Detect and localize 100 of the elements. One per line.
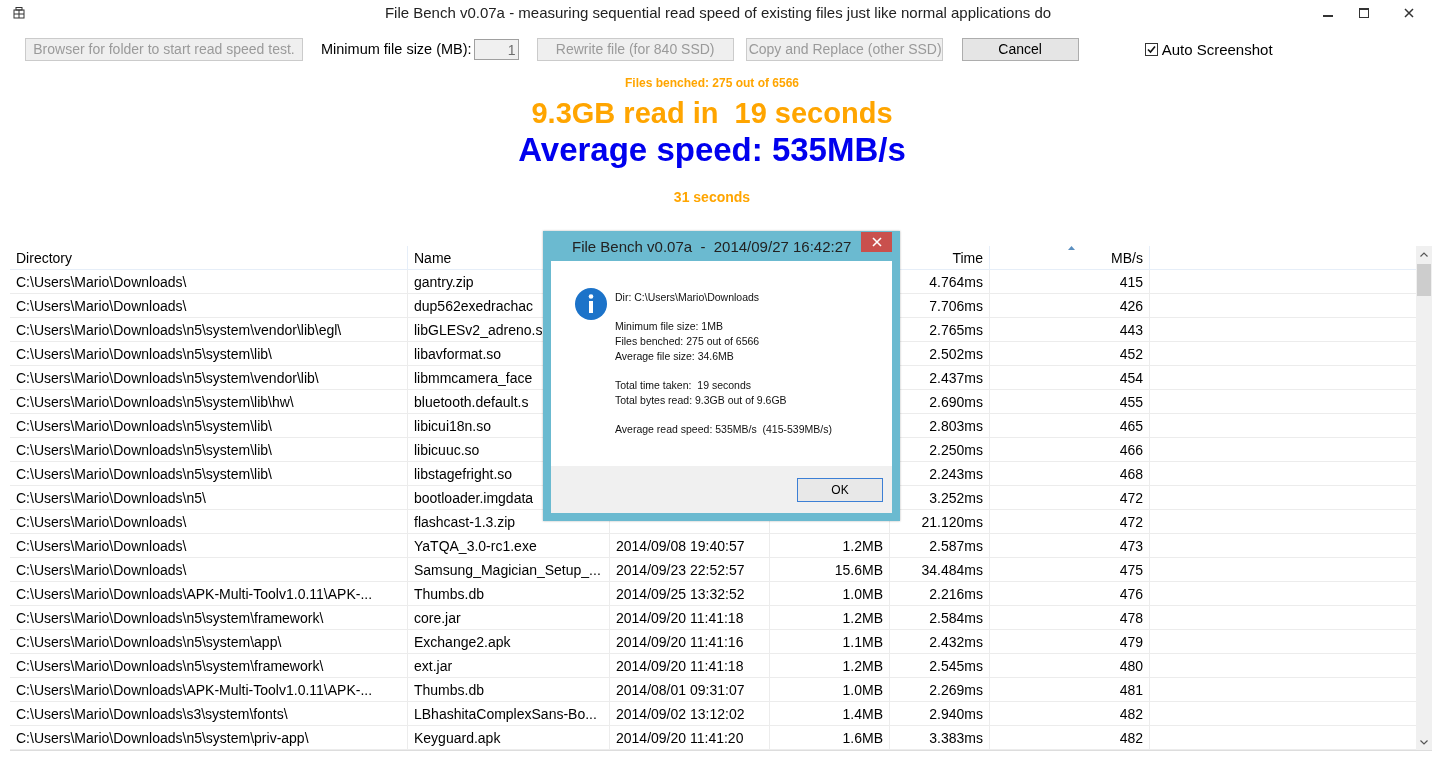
table-cell: 465 [1119,417,1143,434]
table-cell: C:\Users\Mario\Downloads\n5\system\framework\ [16,609,324,626]
close-button[interactable] [861,232,892,252]
message-text: Files benched: 275 out of 6566 [615,334,761,349]
table-cell: Samsung_Magician_Setup_... [414,561,601,578]
sort-arrow-icon [1068,246,1075,250]
message-text: Average file size: 34.6MB [615,349,735,364]
table-cell: 2.584ms [929,609,983,626]
table-cell: C:\Users\Mario\Downloads\n5\system\lib\ [16,417,272,434]
table-cell: 2014/09/02 13:12:02 [616,705,745,722]
read-summary-text: 9.3GB read in 19 seconds [531,96,893,130]
table-cell: 1.0MB [842,585,883,602]
table-cell: 2.432ms [929,633,983,650]
table-cell: core.jar [414,609,461,626]
table-cell: 2.940ms [929,705,983,722]
table-cell: 472 [1119,489,1143,506]
table-cell: 478 [1119,609,1143,626]
table-cell: 482 [1119,729,1143,746]
table-cell: C:\Users\Mario\Downloads\n5\system\vendor\lib\egl\ [16,321,342,338]
table-cell: C:\Users\Mario\Downloads\ [16,561,187,578]
table-cell: 2.502ms [929,345,983,362]
table-cell: 452 [1119,345,1143,362]
table-cell: Keyguard.apk [414,729,501,746]
table-cell: 3.383ms [929,729,983,746]
table-cell: 1.6MB [842,729,883,746]
table-cell: 2.269ms [929,681,983,698]
table-cell: libstagefright.so [414,465,513,482]
table-cell: 2014/09/20 11:41:16 [616,633,744,650]
message-text: Average read speed: 535MB/s (415-539MB/s) [615,422,832,437]
table-cell: ext.jar [414,657,453,674]
table-cell: 1.4MB [842,705,883,722]
table-cell: 7.706ms [929,297,983,314]
table-cell: C:\Users\Mario\Downloads\n5\system\vendor\lib\ [16,369,319,386]
toolbar-button[interactable]: Cancel [961,37,1079,61]
message-text: Total time taken: 19 seconds [615,378,752,393]
ok-button[interactable]: OK [797,477,883,502]
table-cell: libicuuc.so [414,441,480,458]
table-cell: 2014/09/25 13:32:52 [616,585,745,602]
table-cell: 455 [1119,393,1143,410]
message-text: Minimum file size: 1MB [615,319,724,334]
average-speed-text: Average speed: 535MB/s [518,130,906,170]
table-cell: 2014/09/08 19:40:57 [616,537,745,554]
table-cell: flashcast-1.3.zip [414,513,516,530]
table-cell: C:\Users\Mario\Downloads\n5\system\priv-app\ [16,729,309,746]
table-cell: 34.484ms [921,561,983,578]
table-cell: 1.2MB [842,609,883,626]
scroll-down-icon[interactable] [1420,740,1428,745]
table-cell: 2.587ms [929,537,983,554]
table-cell: 15.6MB [834,561,883,578]
scrollbar[interactable] [1416,246,1432,750]
table-cell: C:\Users\Mario\Downloads\n5\system\lib\ [16,465,272,482]
checkbox-label: Auto Screenshot [1161,40,1273,58]
table-cell: 2.690ms [929,393,983,410]
table-cell: dup562exedrachac [414,297,534,314]
column-header[interactable]: Directory [10,246,408,269]
message-text: Total bytes read: 9.3GB out of 9.6GB [615,393,788,408]
table-cell: C:\Users\Mario\Downloads\n5\system\lib\ [16,345,272,362]
scroll-thumb[interactable] [1417,264,1431,296]
table-cell: 2.803ms [929,417,983,434]
table-cell: C:\Users\Mario\Downloads\n5\system\lib\hw\ [16,393,294,410]
table-cell: C:\Users\Mario\Downloads\APK-Multi-Toolv1.0.11\APK-... [16,681,373,698]
table-cell: C:\Users\Mario\Downloads\APK-Multi-Toolv1.0.11\APK-... [16,585,373,602]
info-icon [575,288,607,320]
table-cell: bootloader.imgdata [414,489,534,506]
table-cell: LBhashitaComplexSans-Bo... [414,705,597,722]
table-cell: C:\Users\Mario\Downloads\ [16,297,187,314]
elapsed-time-text: 31 seconds [673,189,751,205]
table-cell: C:\Users\Mario\Downloads\ [16,273,187,290]
table-cell: gantry.zip [414,273,474,290]
table-cell: 2014/09/20 11:41:20 [616,729,744,746]
table-cell: C:\Users\Mario\Downloads\n5\ [16,489,206,506]
table-cell: 1.0MB [842,681,883,698]
table-cell: 480 [1119,657,1143,674]
table-cell: 2.216ms [929,585,983,602]
table-cell: C:\Users\Mario\Downloads\n5\system\app\ [16,633,282,650]
table-cell: C:\Users\Mario\Downloads\s3\system\fonts\ [16,705,288,722]
table-cell: 21.120ms [921,513,983,530]
table-cell: 415 [1119,273,1143,290]
scroll-up-icon[interactable] [1420,252,1428,257]
close-icon[interactable] [871,237,882,247]
table-cell: 2.437ms [929,369,983,386]
table-cell: 1.2MB [842,657,883,674]
table-cell: 2014/08/01 09:31:07 [616,681,745,698]
table-cell: 472 [1119,513,1143,530]
table-cell: 466 [1119,441,1143,458]
table-cell: 454 [1119,369,1143,386]
column-header[interactable]: MB/s [990,246,1150,269]
table-cell: C:\Users\Mario\Downloads\n5\system\framework\ [16,657,324,674]
checkbox[interactable] [1144,42,1158,56]
table-cell: 4.764ms [929,273,983,290]
field-label: Minimum file size (MB): [321,41,472,57]
table-cell: C:\Users\Mario\Downloads\ [16,513,187,530]
table-cell: 1.1MB [842,633,883,650]
table-cell: libGLESv2_adreno.s [414,321,543,338]
table-cell: 475 [1119,561,1143,578]
table-cell: C:\Users\Mario\Downloads\ [16,537,187,554]
table-cell: 2.765ms [929,321,983,338]
table-cell: bluetooth.default.s [414,393,529,410]
table-cell: 2.545ms [929,657,983,674]
message-text: Dir: C:\Users\Mario\Downloads [615,290,761,305]
